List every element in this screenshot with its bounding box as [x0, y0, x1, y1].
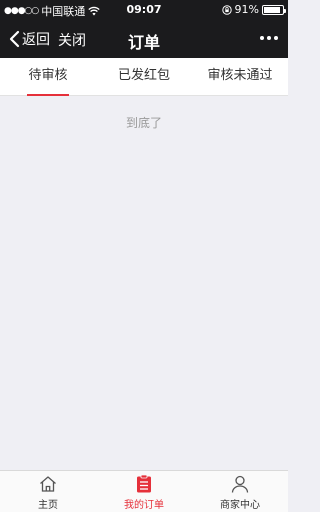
home-icon	[40, 476, 56, 492]
back-button[interactable]: 返回	[8, 29, 50, 49]
tab-label: 已发红包	[117, 68, 170, 83]
rotation-lock-icon	[221, 4, 232, 15]
more-button[interactable]	[260, 36, 278, 40]
nav-bar: 返回 关闭 订单	[0, 20, 288, 58]
status-bar: ●●●○○ 中国联通 09:07 91%	[0, 0, 288, 20]
tabbar-home[interactable]: 主页	[0, 471, 96, 512]
tab-red-packet-sent[interactable]: 已发红包	[96, 58, 192, 96]
chevron-left-icon	[9, 30, 20, 48]
tabbar-label: 商家中心	[220, 500, 260, 511]
status-right: 91%	[221, 3, 286, 16]
user-icon	[231, 475, 249, 493]
tabbar-label: 我的订单	[124, 500, 164, 511]
close-button[interactable]: 关闭	[58, 30, 86, 50]
more-dot-icon	[260, 36, 264, 40]
tabbar-label: 主页	[38, 500, 58, 511]
tab-label: 待审核	[28, 68, 68, 83]
battery-percent: 91%	[234, 3, 259, 16]
tab-review-rejected[interactable]: 审核未通过	[192, 58, 288, 96]
more-dot-icon	[274, 36, 278, 40]
bottom-tabbar: 主页 我的订单 商家中心	[0, 470, 288, 512]
tab-pending-review[interactable]: 待审核	[0, 58, 96, 96]
end-of-list-text: 到底了	[125, 116, 162, 130]
back-label: 返回	[22, 32, 50, 48]
battery-icon	[262, 4, 286, 15]
tab-active-indicator	[27, 94, 69, 96]
tab-label: 审核未通过	[207, 68, 273, 83]
tabbar-my-orders[interactable]: 我的订单	[96, 471, 192, 512]
order-tabs: 待审核 已发红包 审核未通过	[0, 58, 288, 96]
order-icon	[137, 474, 151, 493]
tabbar-merchant-center[interactable]: 商家中心	[192, 471, 288, 512]
more-dot-icon	[267, 36, 271, 40]
battery-fill	[264, 6, 281, 13]
